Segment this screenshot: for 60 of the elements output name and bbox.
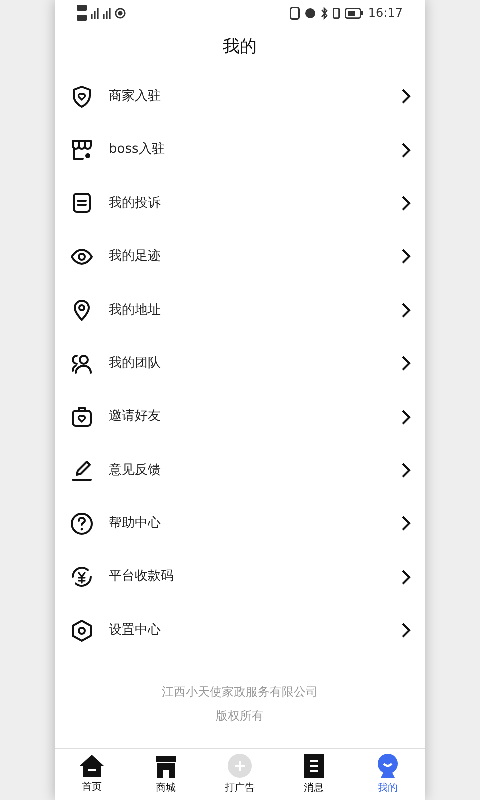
footer-text: 江西小天使家政服务有限公司 [162,684,318,702]
yuan-cycle-icon [70,565,94,590]
document-lines-icon [70,191,94,216]
record-icon [115,8,126,18]
menu-label: 我的地址 [109,302,162,320]
signal-icon [103,7,111,19]
chevron-right-icon [402,142,411,158]
status-time: 16:17 [368,5,403,22]
chevron-right-icon [402,196,411,211]
menu-label: 意见反馈 [109,462,162,480]
menu-item[interactable]: 邀请好友 [55,390,425,444]
question-circle-icon [70,512,94,536]
bag-heart-icon [70,405,94,430]
menu-label: 设置中心 [109,622,162,640]
menu-item[interactable]: 帮助中心 [55,497,425,551]
shield-heart-icon [70,84,94,109]
tab-item[interactable]: 首页 [55,749,129,800]
bluetooth-icon [321,6,328,20]
tab-item[interactable]: 我的 [351,749,425,800]
signal-icon [91,7,99,19]
document-icon [304,754,324,778]
tab-item[interactable]: 打广告 [203,749,277,800]
battery-icon [345,8,364,18]
menu-label: 邀请好友 [109,408,162,426]
chevron-right-icon [402,516,411,532]
avatar-icon [377,754,399,778]
chevron-right-icon [402,410,411,425]
hexagon-icon [70,618,94,643]
footer-text: 版权所有 [216,708,264,726]
menu-label: 我的团队 [109,354,162,373]
page-title: 我的 [223,36,257,60]
menu-item[interactable]: boss入驻 [55,123,425,177]
menu-item[interactable]: 我的投诉 [55,176,425,230]
chevron-right-icon [402,356,411,372]
menu-item[interactable]: 我的团队 [55,336,425,390]
storefront-gear-icon [70,138,94,162]
chevron-right-icon [402,462,411,478]
chevron-right-icon [402,249,411,264]
menu-item[interactable]: 平台收款码 [55,550,425,604]
menu-label: 我的投诉 [109,194,162,213]
menu-label: boss入驻 [109,141,166,160]
menu-item[interactable]: 商家入驻 [55,70,425,124]
storefront-icon [154,754,178,778]
menu-item[interactable]: 我的地址 [55,284,425,337]
pencil-icon [70,458,94,482]
chevron-right-icon [402,623,411,638]
menu-label: 我的足迹 [109,248,162,266]
menu-label: 商家入驻 [109,88,162,106]
tab-item[interactable]: 消息 [277,749,351,800]
home-icon [80,754,104,776]
plus-circle-icon [228,754,252,778]
menu-label: 平台收款码 [109,568,175,586]
menu-item[interactable]: 我的足迹 [55,230,425,284]
chevron-right-icon [402,89,411,104]
chevron-right-icon [402,302,411,318]
menu-label: 帮助中心 [109,515,162,534]
menu-item[interactable]: 意见反馈 [55,444,425,498]
tab-item[interactable]: 商城 [129,749,203,800]
menu-item[interactable]: 设置中心 [55,604,425,658]
chevron-right-icon [402,570,411,585]
